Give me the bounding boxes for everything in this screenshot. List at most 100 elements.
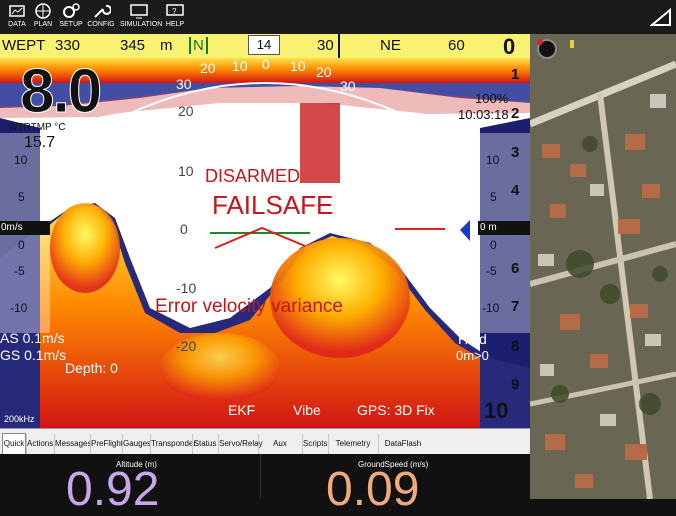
alt-tick: -5 xyxy=(486,264,497,278)
alt-tick: -10 xyxy=(482,301,500,315)
speed-tick: -5 xyxy=(14,264,25,278)
roll-tick: 10 xyxy=(290,58,306,74)
monitor-icon xyxy=(130,4,148,19)
alt-tick: 0 xyxy=(490,238,497,252)
data-icon xyxy=(9,5,25,17)
flight-mode: Hold xyxy=(458,331,487,347)
roll-tick: 10 xyxy=(232,58,248,74)
heading-extra-digit: 0 xyxy=(503,34,516,59)
heading-divider xyxy=(338,34,340,58)
logo-icon xyxy=(650,8,671,26)
pitch-label: -20 xyxy=(176,338,197,354)
tab-actions[interactable]: Actions xyxy=(26,434,53,454)
heading-tick: 30 xyxy=(317,37,334,54)
roll-tick: 20 xyxy=(316,64,332,80)
pitch-label: 10 xyxy=(178,163,194,179)
roll-tick: 45 xyxy=(400,140,416,156)
toolbar-setup-label: SETUP xyxy=(59,21,83,28)
battery-percent: 100% xyxy=(475,91,509,106)
pitch-label: -10 xyxy=(176,280,197,296)
vehicle-icon[interactable] xyxy=(570,40,574,48)
waypoint-distance: 0m>0 xyxy=(456,348,489,363)
failsafe-status: FAILSAFE xyxy=(212,190,334,220)
heading-tape: WEPT 330 345 m N 14 30 NE 60 0 xyxy=(0,34,530,59)
roll-tick: 30 xyxy=(340,78,356,94)
map-panel[interactable] xyxy=(530,34,676,499)
heading-tick: 345 xyxy=(120,37,146,54)
depth-scale-tick: 1 xyxy=(511,66,520,83)
tab-status[interactable]: Status xyxy=(192,434,217,454)
vibe-indicator[interactable]: Vibe xyxy=(293,402,321,418)
speed-tick: -10 xyxy=(10,301,28,315)
gears-icon xyxy=(63,3,80,18)
altitude-value: 0.92 xyxy=(66,463,160,516)
status-message: Error velocity variance xyxy=(155,296,343,317)
tab-aux-function[interactable]: Aux Function xyxy=(258,434,301,468)
speed-tick: 0 xyxy=(18,238,25,252)
heading-unit: m xyxy=(160,37,173,54)
depth-scale-tick: 4 xyxy=(511,182,520,199)
toolbar-config-label: CONFIG xyxy=(87,21,115,28)
roll-tick: 60 xyxy=(120,130,136,146)
depth-scale-tick: 8 xyxy=(511,338,520,355)
satellite-map xyxy=(530,34,676,499)
heading-tick: 330 xyxy=(55,37,81,54)
alt-tick: 5 xyxy=(490,190,497,204)
tab-quick[interactable]: Quick xyxy=(2,433,26,454)
alt-tick: 10 xyxy=(486,153,500,167)
ekf-indicator[interactable]: EKF xyxy=(228,402,255,418)
groundspeed-readout: GS 0.1m/s xyxy=(0,347,67,363)
toolbar-simulation-button[interactable]: SIMULATION xyxy=(120,2,162,34)
tab-telemetry-logs[interactable]: Telemetry Logs xyxy=(328,434,377,468)
tab-servo-relay[interactable]: Servo/Relay xyxy=(218,434,263,454)
heading-current-value: 14 xyxy=(248,35,280,55)
groundspeed-tile[interactable]: GroundSpeed (m/s) 0.09 xyxy=(262,454,524,514)
roll-tick: 30 xyxy=(176,76,192,92)
depth-scale-tick: 5 xyxy=(511,221,520,238)
main-toolbar: DATA PLAN SETUP CONFIG SIMULATION ? HELP xyxy=(0,0,530,34)
altitude-tape-readout: 0 m xyxy=(480,222,497,233)
heading-label: WEPT xyxy=(2,37,46,54)
speed-tick: 10 xyxy=(14,153,28,167)
altitude-tile[interactable]: Altitude (m) 0.92 xyxy=(8,454,261,514)
toolbar-config-button[interactable]: CONFIG xyxy=(84,2,118,34)
tab-gauges[interactable]: Gauges xyxy=(122,434,151,454)
depth-scale-tick: 10 xyxy=(484,398,509,423)
tab-transponder[interactable]: Transponder xyxy=(150,434,196,454)
speed-tape-readout: 0m/s xyxy=(1,222,23,233)
tab-dataflash-logs[interactable]: DataFlash Logs xyxy=(378,434,427,468)
wrench-icon xyxy=(94,4,111,18)
water-temp-label: WTRTMP °C xyxy=(8,122,66,133)
depth-scale-tick: 9 xyxy=(511,376,520,393)
heading-ne-label: NE xyxy=(380,37,401,54)
roll-tick: 20 xyxy=(200,60,216,76)
help-monitor-icon: ? xyxy=(166,4,184,16)
clock-time: 10:03:18 xyxy=(458,107,509,122)
depth-scale-tick: 3 xyxy=(511,144,520,161)
quick-panel: Altitude (m) 0.92 GroundSpeed (m/s) 0.09 xyxy=(0,454,530,514)
toolbar-right xyxy=(530,0,676,34)
toolbar-help-label: HELP xyxy=(165,21,185,28)
pitch-label: 20 xyxy=(178,103,194,119)
airspeed-readout: AS 0.1m/s xyxy=(0,330,65,346)
data-tabs: Quick Actions Messages PreFlight Gauges … xyxy=(0,428,530,468)
tab-messages[interactable]: Messages xyxy=(54,434,91,454)
hud-display[interactable]: 8.0 WTRTMP °C 15.7 20 10 0 10 20 30 30 4… xyxy=(0,58,530,428)
toolbar-simulation-label: SIMULATION xyxy=(120,21,163,28)
water-temp-value: 15.7 xyxy=(24,134,56,151)
toolbar-help-button[interactable]: ? HELP xyxy=(158,2,192,34)
hud-big-value: 8.0 xyxy=(19,58,102,127)
tab-preflight[interactable]: PreFlight xyxy=(90,434,123,454)
toolbar-setup-button[interactable]: SETUP xyxy=(54,2,88,34)
depth-scale-tick: 2 xyxy=(511,105,520,122)
toolbar-data-label: DATA xyxy=(8,21,26,28)
home-icon[interactable] xyxy=(536,38,558,60)
depth-scale-tick: 6 xyxy=(511,260,520,277)
disarmed-status: DISARMED xyxy=(205,166,301,186)
sonar-frequency: 200kHz xyxy=(4,414,35,424)
groundspeed-value: 0.09 xyxy=(326,463,420,516)
gps-status: GPS: 3D Fix xyxy=(357,402,435,418)
tab-scripts[interactable]: Scripts xyxy=(302,434,327,454)
depth-readout: Depth: 0 xyxy=(65,360,118,376)
toolbar-plan-label: PLAN xyxy=(33,21,53,28)
